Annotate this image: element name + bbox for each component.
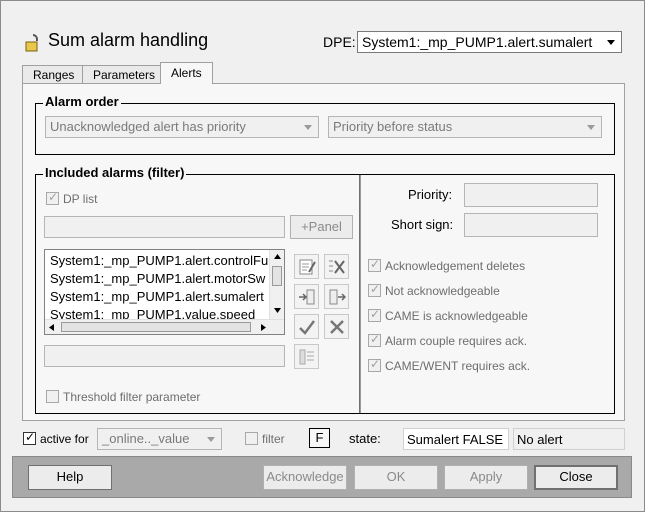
dp-list-label: DP list xyxy=(63,192,98,206)
acknowledge-button[interactable]: Acknowledge xyxy=(263,465,347,490)
not-ackable-label: Not acknowledgeable xyxy=(385,284,500,298)
alarm-order-select-1[interactable]: Unacknowledged alert has priority xyxy=(45,116,319,138)
tab-parameters[interactable]: Parameters xyxy=(82,65,167,83)
cancel-button[interactable] xyxy=(324,314,349,339)
included-alarms-title: Included alarms (filter) xyxy=(43,165,187,180)
vertical-scrollbar[interactable] xyxy=(269,250,284,320)
filter-checkbox[interactable] xyxy=(245,432,258,445)
edit-icon xyxy=(299,259,316,275)
threshold-label: Threshold filter parameter xyxy=(63,390,201,404)
close-icon xyxy=(330,320,344,334)
move-in-button[interactable] xyxy=(294,284,319,309)
ack-deletes-checkbox[interactable] xyxy=(368,257,381,272)
move-out-button[interactable] xyxy=(324,284,349,309)
alarm-couple-checkbox[interactable] xyxy=(368,332,381,347)
active-for-select[interactable]: _online.._value xyxy=(97,428,222,450)
add-panel-button[interactable]: +Panel xyxy=(290,215,353,239)
active-for-label: active for xyxy=(40,432,89,446)
state-value: Sumalert FALSE xyxy=(403,428,509,450)
alarm-order-select-1-value: Unacknowledged alert has priority xyxy=(50,119,246,134)
horizontal-scroll-thumb[interactable] xyxy=(61,322,251,332)
delete-list-icon xyxy=(329,260,345,274)
chevron-down-icon xyxy=(304,125,312,130)
tab-alerts[interactable]: Alerts xyxy=(160,62,213,84)
alarm-order-select-2-value: Priority before status xyxy=(333,119,453,134)
f-button[interactable]: F xyxy=(309,428,330,448)
ok-button[interactable]: OK xyxy=(354,465,438,490)
help-button[interactable]: Help xyxy=(28,465,112,490)
delete-list-button[interactable] xyxy=(324,254,349,279)
dp-list-box[interactable]: System1:_mp_PUMP1.alert.controlFu System… xyxy=(44,249,285,335)
dpe-label: DPE: xyxy=(323,34,356,50)
dp-list-checkbox[interactable] xyxy=(46,190,59,205)
priority-label: Priority: xyxy=(408,187,453,202)
scroll-down-icon[interactable] xyxy=(274,308,281,313)
threshold-value-input[interactable] xyxy=(44,345,285,367)
priority-input[interactable] xyxy=(464,183,598,207)
move-in-icon xyxy=(299,289,315,305)
list-item[interactable]: System1:_mp_PUMP1.alert.sumalert xyxy=(50,289,264,304)
lock-icon xyxy=(25,34,38,52)
active-for-checkbox[interactable] xyxy=(23,430,36,445)
list-item[interactable]: System1:_mp_PUMP1.value.speed xyxy=(50,307,255,319)
confirm-button[interactable] xyxy=(294,314,319,339)
list-item[interactable]: System1:_mp_PUMP1.alert.motorSw xyxy=(50,271,265,286)
scroll-up-icon[interactable] xyxy=(274,254,281,259)
short-sign-input[interactable] xyxy=(464,213,598,237)
scroll-right-icon[interactable] xyxy=(261,324,266,331)
not-ackable-checkbox[interactable] xyxy=(368,282,381,297)
came-ackable-label: CAME is acknowledgeable xyxy=(385,309,528,323)
dpe-select-value: System1:_mp_PUMP1.alert.sumalert xyxy=(362,34,593,50)
move-out-icon xyxy=(329,289,346,305)
dpe-select[interactable]: System1:_mp_PUMP1.alert.sumalert xyxy=(357,31,622,53)
chevron-down-icon xyxy=(207,437,215,442)
vertical-scroll-thumb[interactable] xyxy=(272,266,282,286)
apply-button[interactable]: Apply xyxy=(444,465,528,490)
alarm-order-select-2[interactable]: Priority before status xyxy=(328,116,602,138)
active-for-value: _online.._value xyxy=(102,431,190,446)
horizontal-scrollbar[interactable] xyxy=(45,319,284,334)
state-label: state: xyxy=(349,431,381,446)
ack-deletes-label: Acknowledgement deletes xyxy=(385,259,526,273)
came-went-checkbox[interactable] xyxy=(368,357,381,372)
alert-status: No alert xyxy=(513,428,625,450)
group-divider xyxy=(359,175,361,413)
threshold-checkbox[interactable] xyxy=(46,390,59,403)
filter-label: filter xyxy=(262,432,285,446)
dp-filter-input[interactable] xyxy=(44,216,285,238)
list-options-button[interactable] xyxy=(294,344,319,369)
dialog-title: Sum alarm handling xyxy=(48,30,209,50)
tab-ranges[interactable]: Ranges xyxy=(22,65,86,83)
list-icon xyxy=(299,349,314,365)
short-sign-label: Short sign: xyxy=(391,217,454,232)
checkmark-icon xyxy=(299,320,315,335)
scroll-left-icon[interactable] xyxy=(49,324,54,331)
edit-button[interactable] xyxy=(294,254,319,279)
alarm-order-title: Alarm order xyxy=(43,94,121,109)
came-ackable-checkbox[interactable] xyxy=(368,307,381,322)
alarm-couple-label: Alarm couple requires ack. xyxy=(385,334,528,348)
came-went-label: CAME/WENT requires ack. xyxy=(385,359,531,373)
close-button[interactable]: Close xyxy=(534,465,618,490)
chevron-down-icon xyxy=(607,40,615,45)
chevron-down-icon xyxy=(587,125,595,130)
list-item[interactable]: System1:_mp_PUMP1.alert.controlFu xyxy=(50,253,268,268)
